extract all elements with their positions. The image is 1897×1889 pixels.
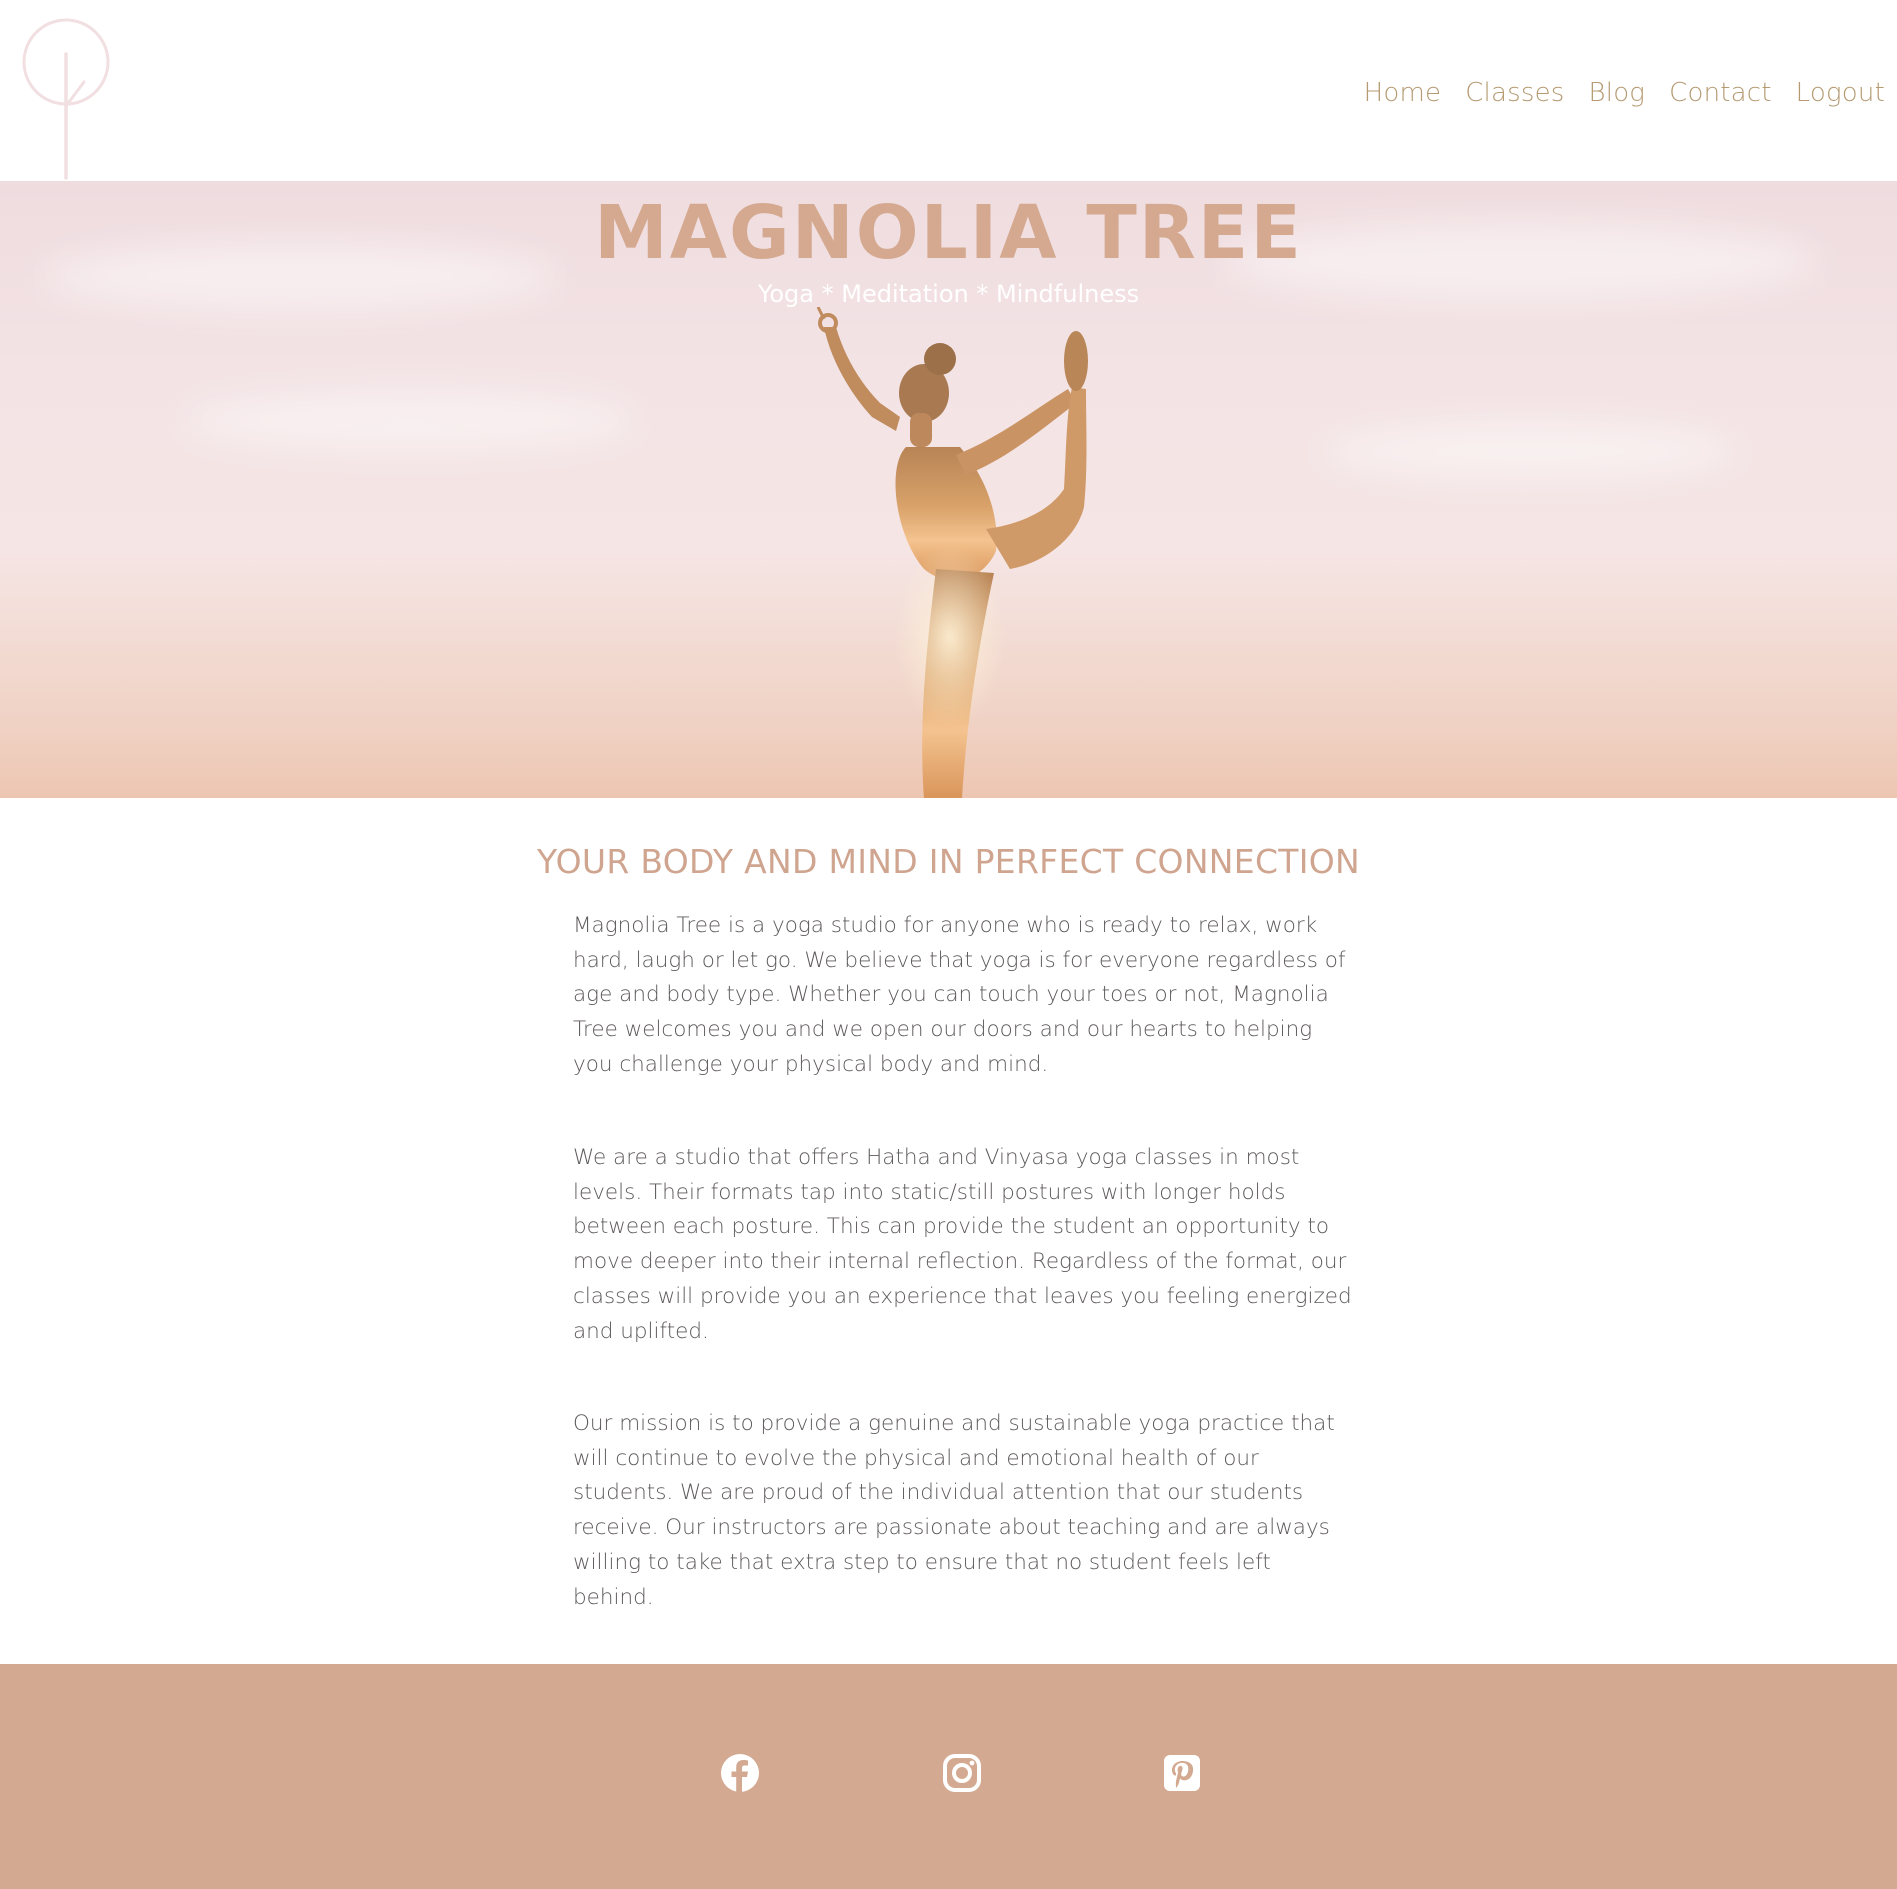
hero-subtitle: Yoga * Meditation * Mindfulness: [757, 280, 1140, 308]
nav-logout-link[interactable]: Logout: [1796, 78, 1885, 108]
yoga-pose-figure: [816, 307, 1088, 798]
hero-banner: MAGNOLIA TREE Yoga * Meditation * Mindfu…: [0, 181, 1897, 798]
tree-logo-icon[interactable]: [22, 18, 132, 180]
site-header: Home Classes Blog Contact Logout: [0, 0, 1897, 181]
hero-cloud: [180, 391, 640, 451]
intro-paragraph: Magnolia Tree is a yoga studio for anyon…: [573, 913, 1346, 1077]
nav-classes-link[interactable]: Classes: [1465, 78, 1564, 108]
pinterest-icon[interactable]: [1161, 1752, 1203, 1794]
instagram-icon[interactable]: [941, 1752, 983, 1794]
site-footer: [0, 1664, 1897, 1889]
nav-contact-link[interactable]: Contact: [1669, 78, 1772, 108]
main-nav: Home Classes Blog Contact Logout: [1364, 78, 1885, 108]
nav-home-link[interactable]: Home: [1364, 78, 1442, 108]
hero-cloud: [1320, 421, 1740, 481]
mission-paragraph: Our mission is to provide a genuine and …: [573, 1411, 1335, 1610]
facebook-icon[interactable]: [719, 1752, 761, 1794]
main-content: YOUR BODY AND MIND IN PERFECT CONNECTION…: [0, 798, 1897, 1664]
hero-title: MAGNOLIA TREE: [594, 190, 1303, 276]
classes-paragraph: We are a studio that offers Hatha and Vi…: [573, 1145, 1352, 1344]
nav-blog-link[interactable]: Blog: [1589, 78, 1646, 108]
section-heading: YOUR BODY AND MIND IN PERFECT CONNECTION: [536, 842, 1361, 881]
